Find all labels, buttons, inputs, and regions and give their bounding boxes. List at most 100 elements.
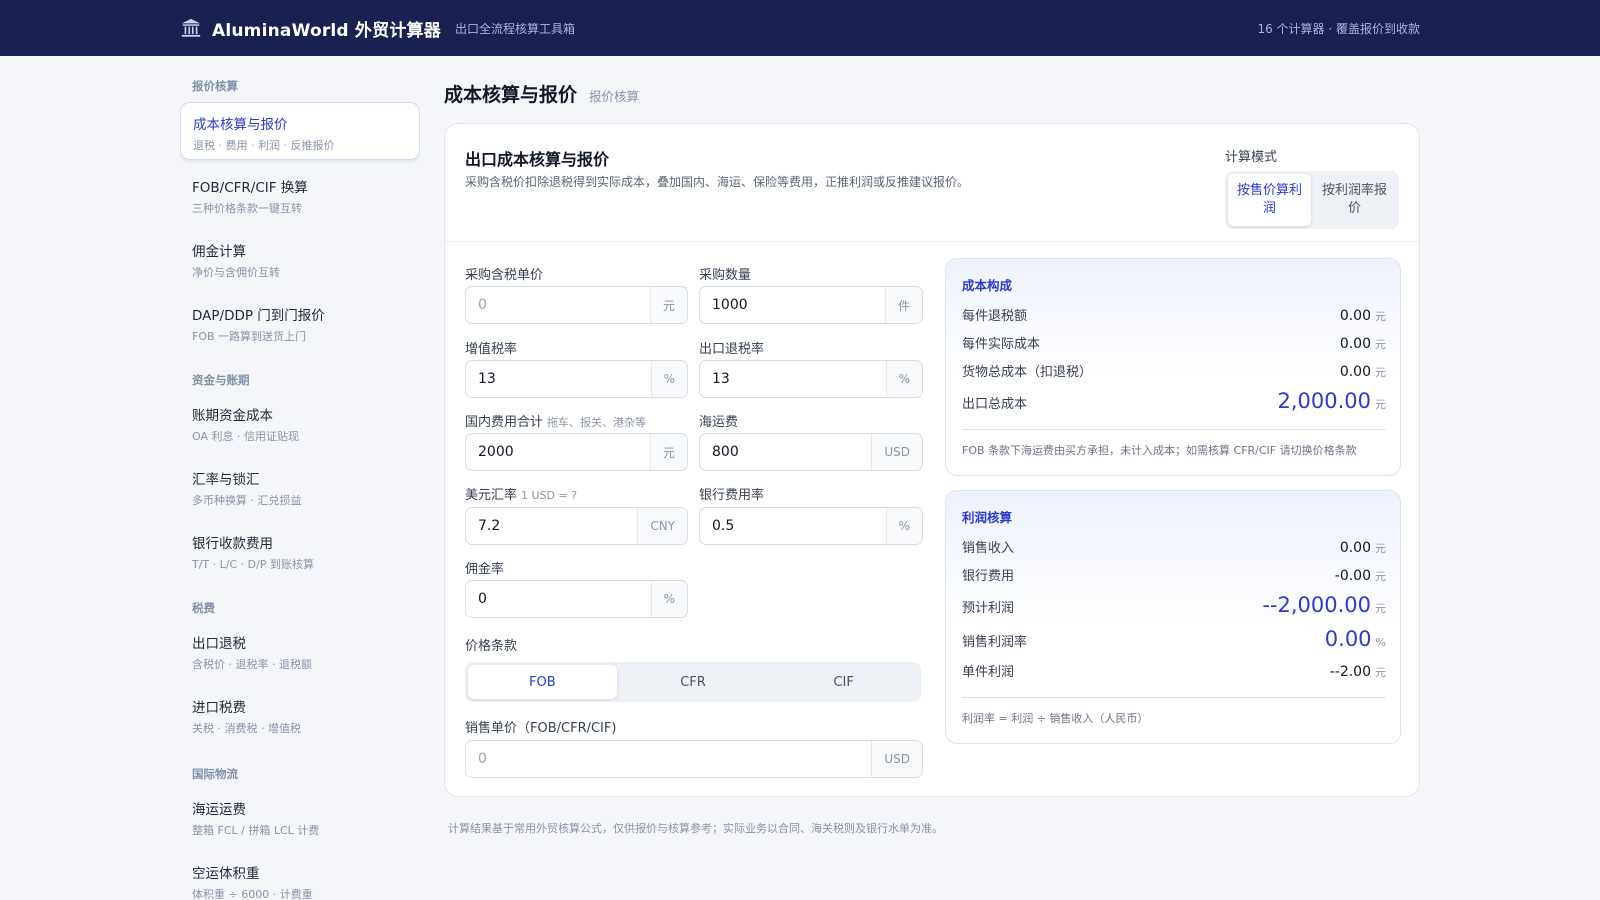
result-value: --2,000.00 xyxy=(1262,593,1371,617)
result-unit: 元 xyxy=(1375,398,1386,411)
sidebar-group-title: 资金与账期 xyxy=(192,373,250,387)
result-value-wrap: --2.00 元 xyxy=(1330,661,1386,680)
result-value-wrap: 0.00 元 xyxy=(1340,537,1386,556)
result-label: 销售利润率 xyxy=(962,635,1028,650)
calculator-count: 16 个计算器 · 覆盖报价到收款 xyxy=(1257,21,1420,36)
sidebar-item-label: 出口退税 xyxy=(192,636,246,652)
bank-fee-input[interactable]: 0.5 % xyxy=(699,507,923,545)
quantity-input[interactable]: 1000 件 xyxy=(699,286,923,324)
vat-rate-label: 增值税率 xyxy=(465,342,518,357)
page-title: 成本核算与报价 xyxy=(444,84,578,106)
sidebar-item-cost-quote[interactable]: 成本核算与报价 退税 · 费用 · 利润 · 反推报价 xyxy=(180,102,420,160)
sidebar-group-title: 国际物流 xyxy=(192,767,238,781)
divider xyxy=(962,429,1386,430)
freight-label: 海运费 xyxy=(699,415,739,430)
result-value-wrap: 0.00 元 xyxy=(1340,361,1386,380)
domestic-fee-value: 2000 xyxy=(478,444,514,460)
purchase-price-label: 采购含税单价 xyxy=(465,268,544,283)
top-bar: AluminaWorld 外贸计算器 出口全流程核算工具箱 16 个计算器 · … xyxy=(0,0,1600,56)
commission-value: 0 xyxy=(478,591,487,607)
purchase-price-input[interactable]: 0 元 xyxy=(465,286,688,324)
result-row: 货物总成本（扣退税） 0.00 元 xyxy=(962,361,1386,380)
domestic-fee-label-text: 国内费用合计 xyxy=(465,415,544,430)
result-unit: 元 xyxy=(1375,310,1386,323)
result-value: -0.00 xyxy=(1334,568,1371,584)
bank-fee-value: 0.5 xyxy=(712,518,735,534)
sidebar-item-bank-fees[interactable]: 银行收款费用 T/T · L/C · D/P 到账核算 xyxy=(180,522,420,582)
commission-input[interactable]: 0 % xyxy=(465,580,688,618)
sidebar-item-label: 海运运费 xyxy=(192,802,246,818)
sidebar-item-label: 银行收款费用 xyxy=(192,536,273,552)
sidebar: 报价核算 成本核算与报价 退税 · 费用 · 利润 · 反推报价 FOB/CFR… xyxy=(180,56,420,900)
freight-value: 800 xyxy=(712,444,739,460)
term-fob-button[interactable]: FOB xyxy=(468,665,617,699)
result-label: 银行费用 xyxy=(962,569,1015,584)
sidebar-item-export-rebate[interactable]: 出口退税 含税价 · 退税率 · 退税额 xyxy=(180,622,420,682)
bank-icon xyxy=(181,18,201,37)
rebate-rate-label: 出口退税率 xyxy=(699,342,765,357)
sidebar-item-air-volumetric[interactable]: 空运体积重 体积重 ÷ 6000 · 计费重 xyxy=(180,852,420,900)
result-unit: % xyxy=(1375,636,1386,649)
result-value-wrap: -0.00 元 xyxy=(1335,565,1386,584)
mode-by-margin-button[interactable]: 按利润率报价 xyxy=(1313,174,1396,226)
mode-label: 计算模式 xyxy=(1225,150,1278,165)
result-value-wrap: 0.00 元 xyxy=(1340,333,1386,352)
fx-rate-label-text: 美元汇率 xyxy=(465,488,518,503)
result-label: 出口总成本 xyxy=(962,397,1028,412)
fx-rate-label: 美元汇率 1 USD = ? xyxy=(465,484,577,503)
result-unit: 元 xyxy=(1375,542,1386,555)
sidebar-item-sub: 退税 · 费用 · 利润 · 反推报价 xyxy=(193,139,335,152)
sidebar-item-fx[interactable]: 汇率与锁汇 多币种换算 · 汇兑损益 xyxy=(180,458,420,518)
term-cif-button[interactable]: CIF xyxy=(769,665,918,699)
card-title: 出口成本核算与报价 xyxy=(465,150,610,169)
sale-price-input[interactable]: 0 USD xyxy=(465,740,923,778)
card-header: 出口成本核算与报价 采购含税价扣除退税得到实际成本，叠加国内、海运、保险等费用，… xyxy=(445,124,1419,242)
result-value: 0.00 xyxy=(1339,308,1371,324)
price-terms-toggle: FOB CFR CIF xyxy=(465,662,921,702)
unit-label: % xyxy=(650,581,687,617)
freight-input[interactable]: 800 USD xyxy=(699,433,923,471)
profit-panel: 利润核算 销售收入 0.00 元 银行费用 -0.00 元 预计利润 --2,000… xyxy=(945,490,1401,744)
sidebar-item-commission[interactable]: 佣金计算 净价与含佣价互转 xyxy=(180,230,420,290)
unit-label: 元 xyxy=(649,434,687,470)
result-value: 0.00 xyxy=(1339,540,1371,556)
bank-fee-label: 银行费用率 xyxy=(699,488,765,503)
app-subtitle: 出口全流程核算工具箱 xyxy=(454,21,575,36)
sidebar-item-incoterms[interactable]: FOB/CFR/CIF 换算 三种价格条款一键互转 xyxy=(180,166,420,226)
mode-toggle: 按售价算利润 按利润率报价 xyxy=(1225,171,1399,229)
rebate-rate-input[interactable]: 13 % xyxy=(699,360,923,398)
result-row: 单件利润 --2.00 元 xyxy=(962,661,1386,680)
mode-by-price-button[interactable]: 按售价算利润 xyxy=(1228,174,1311,226)
sidebar-item-import-tax[interactable]: 进口税费 关税 · 消费税 · 增值税 xyxy=(180,686,420,746)
result-row: 每件退税额 0.00 元 xyxy=(962,305,1386,324)
sidebar-item-dap-ddp[interactable]: DAP/DDP 门到门报价 FOB 一路算到送货上门 xyxy=(180,294,420,354)
vat-rate-input[interactable]: 13 % xyxy=(465,360,688,398)
sidebar-item-sub: 净价与含佣价互转 xyxy=(192,266,280,279)
result-row: 销售收入 0.00 元 xyxy=(962,537,1386,556)
sidebar-item-payment-term-cost[interactable]: 账期资金成本 OA 利息 · 信用证贴现 xyxy=(180,394,420,454)
result-unit: 元 xyxy=(1375,602,1386,615)
fx-rate-hint: 1 USD = ? xyxy=(521,489,578,502)
purchase-price-placeholder: 0 xyxy=(478,297,487,313)
quantity-label: 采购数量 xyxy=(699,268,752,283)
result-unit: 元 xyxy=(1375,570,1386,583)
term-cfr-button[interactable]: CFR xyxy=(619,665,768,699)
fx-rate-input[interactable]: 7.2 CNY xyxy=(465,507,688,545)
brand[interactable]: AluminaWorld 外贸计算器 出口全流程核算工具箱 xyxy=(180,0,575,56)
sidebar-item-sub: 体积重 ÷ 6000 · 计费重 xyxy=(192,888,313,900)
result-row: 销售利润率 0.00% xyxy=(962,627,1386,651)
domestic-fee-input[interactable]: 2000 元 xyxy=(465,433,688,471)
result-unit: 元 xyxy=(1375,366,1386,379)
sidebar-item-ocean-freight[interactable]: 海运运费 整箱 FCL / 拼箱 LCL 计费 xyxy=(180,788,420,848)
result-label: 预计利润 xyxy=(962,601,1015,616)
profit-panel-title: 利润核算 xyxy=(962,510,1013,525)
sidebar-item-sub: T/T · L/C · D/P 到账核算 xyxy=(192,558,314,571)
result-value: 0.00 xyxy=(1324,627,1372,651)
cost-panel-title: 成本构成 xyxy=(962,278,1013,293)
sale-price-label: 销售单价（FOB/CFR/CIF) xyxy=(465,721,617,736)
result-value: --2.00 xyxy=(1329,664,1371,680)
result-label: 单件利润 xyxy=(962,665,1015,680)
result-value-wrap: 0.00% xyxy=(1325,627,1386,651)
result-value: 0.00 xyxy=(1339,364,1371,380)
result-unit: 元 xyxy=(1375,338,1386,351)
